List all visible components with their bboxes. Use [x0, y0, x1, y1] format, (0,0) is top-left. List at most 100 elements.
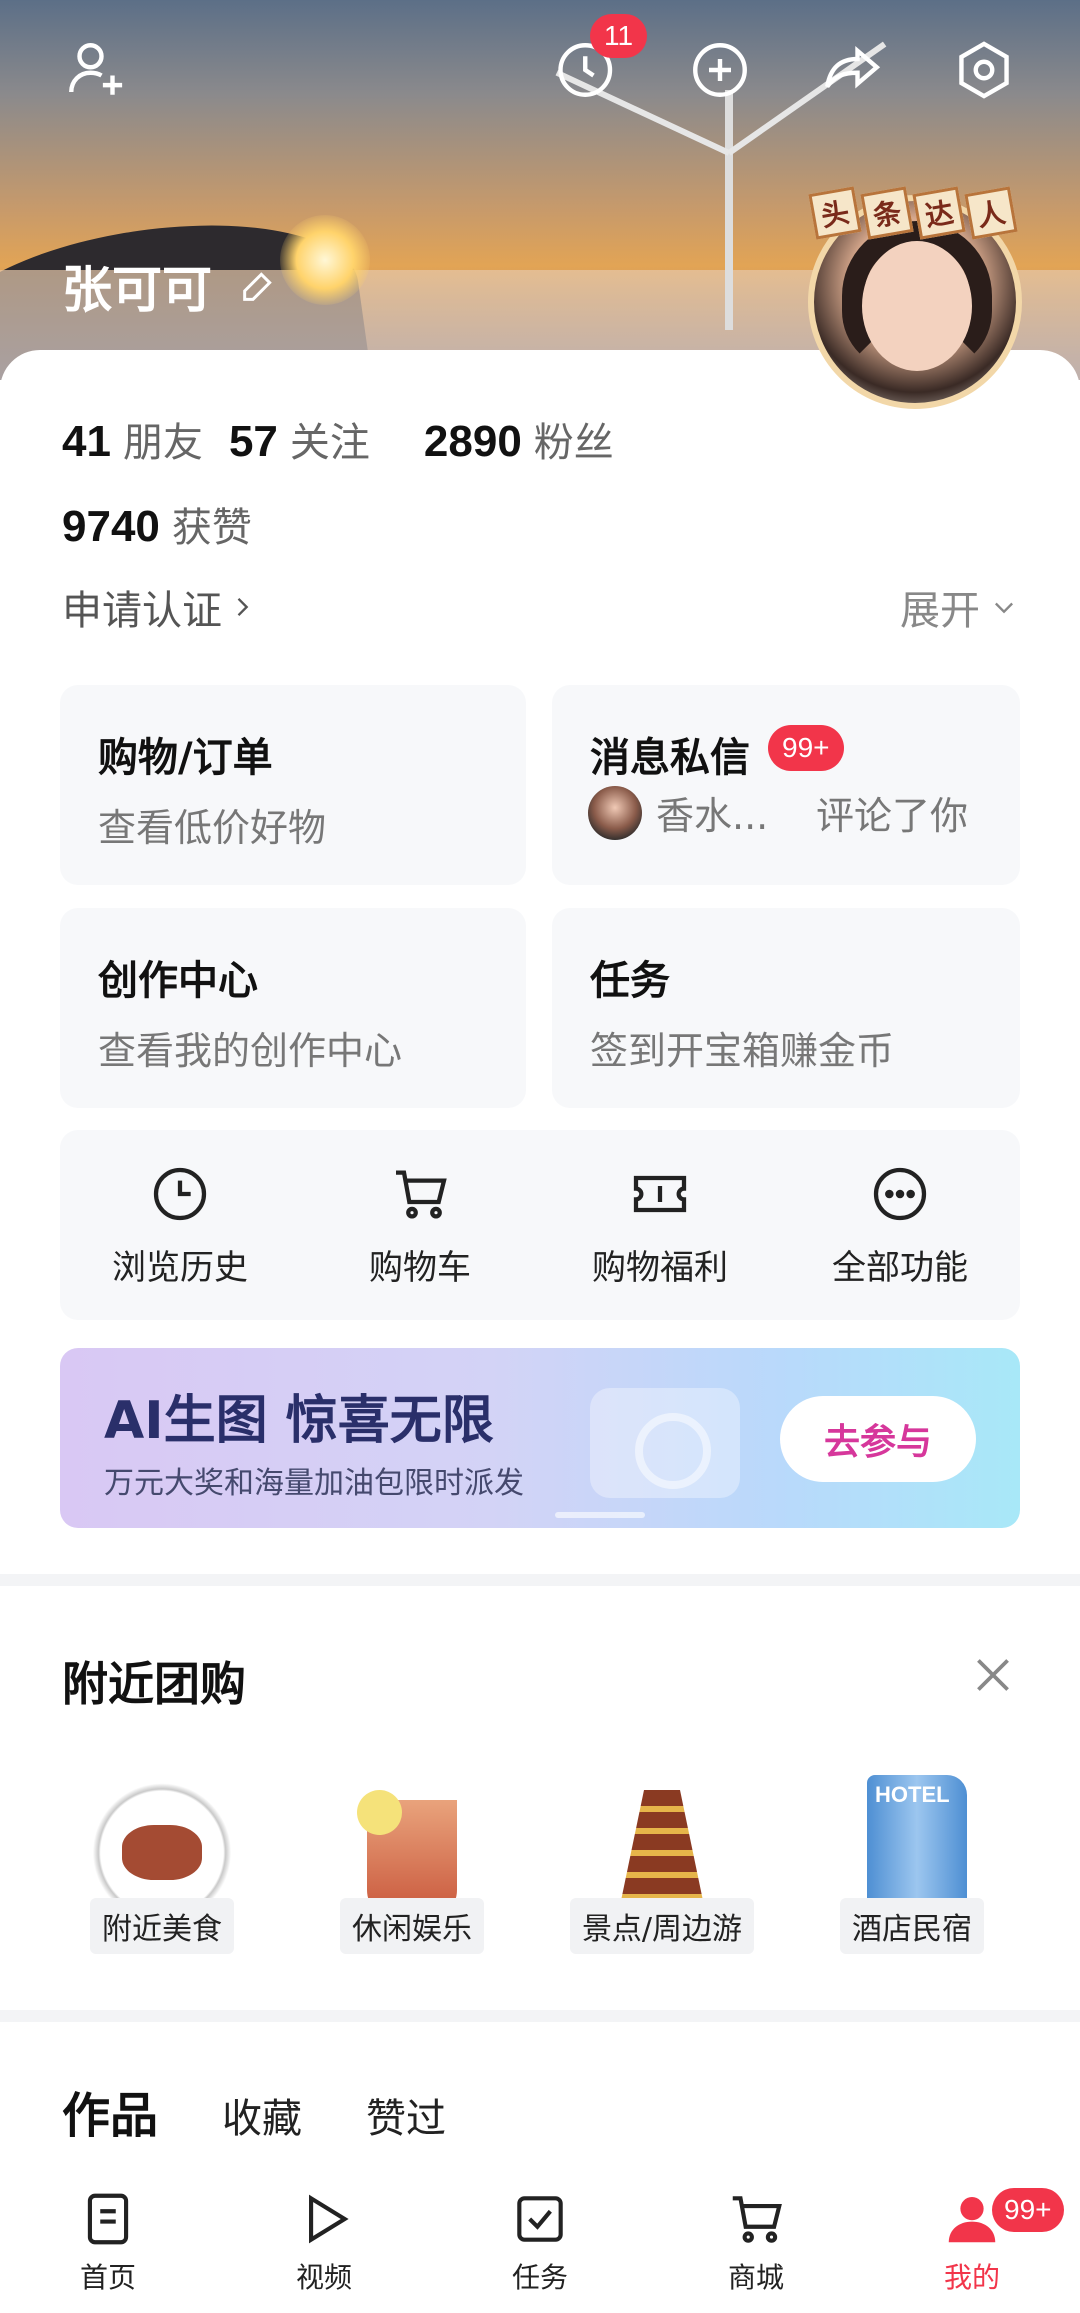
nav-video[interactable]: 视频	[216, 2170, 432, 2313]
clock-icon	[153, 1167, 207, 1220]
plus-circle-icon	[693, 43, 747, 97]
ticket-icon	[633, 1175, 687, 1212]
content-tabs: 作品 收藏 赞过	[62, 2076, 446, 2146]
nearby-title: 附近团购	[62, 1657, 246, 1711]
play-icon	[309, 2194, 349, 2243]
tag-char: 达	[912, 186, 966, 240]
cart-icon	[732, 2195, 782, 2243]
quick-shopping-benefits[interactable]: 购物福利	[540, 1130, 780, 1320]
camera-icon	[590, 1388, 740, 1498]
share-button[interactable]	[810, 28, 894, 112]
category-label: 休闲娱乐	[340, 1898, 484, 1954]
banner-sun	[280, 215, 370, 305]
tab-liked[interactable]: 赞过	[366, 2086, 446, 2144]
quick-label: 浏览历史	[112, 1247, 248, 1288]
more-icon	[873, 1167, 927, 1220]
section-divider	[0, 2010, 1080, 2022]
quick-browse-history[interactable]: 浏览历史	[60, 1130, 300, 1320]
quick-cart[interactable]: 购物车	[300, 1130, 540, 1320]
tag-char: 人	[964, 186, 1018, 240]
nearby-category-leisure[interactable]: 休闲娱乐	[312, 1770, 512, 1954]
card-subtitle: 查看我的创作中心	[98, 1029, 403, 1073]
nav-tasks[interactable]: 任务	[432, 2170, 648, 2313]
nav-mall[interactable]: 商城	[648, 2170, 864, 2313]
nav-me[interactable]: 我的 99+	[864, 2170, 1080, 2313]
creator-center-card[interactable]: 创作中心 查看我的创作中心	[60, 908, 526, 1108]
add-content-button[interactable]	[678, 28, 762, 112]
card-title: 创作中心	[98, 958, 258, 1004]
tab-favorites[interactable]: 收藏	[222, 2086, 302, 2144]
tab-works[interactable]: 作品	[62, 2076, 158, 2146]
messages-badge: 99+	[768, 725, 844, 771]
latest-message: 香水... 评论了你	[588, 785, 968, 840]
cart-icon	[396, 1170, 447, 1219]
friends-label: 朋友	[122, 420, 203, 466]
banner-turbine	[725, 90, 733, 330]
apply-verify-label: 申请认证	[62, 588, 222, 634]
settings-icon	[959, 41, 1009, 99]
add-user-icon	[69, 43, 123, 95]
profile-name[interactable]: 张可可	[62, 250, 278, 322]
share-icon	[825, 45, 881, 89]
promo-title: AI生图 惊喜无限	[104, 1391, 494, 1451]
message-action: 评论了你	[816, 794, 969, 838]
nav-label: 首页	[79, 2260, 136, 2294]
category-label: 附近美食	[90, 1898, 234, 1954]
quick-all-features[interactable]: 全部功能	[780, 1130, 1020, 1320]
tasks-card[interactable]: 任务 签到开宝箱赚金币	[552, 908, 1020, 1108]
carousel-indicator	[555, 1512, 645, 1518]
hotel-sign: HOTEL	[875, 1782, 950, 1807]
card-subtitle: 签到开宝箱赚金币	[590, 1029, 895, 1073]
card-title: 消息私信	[590, 735, 750, 781]
messages-card[interactable]: 消息私信 99+ 香水... 评论了你	[552, 685, 1020, 885]
quick-label: 购物福利	[592, 1247, 728, 1288]
shopping-card[interactable]: 购物/订单 查看低价好物	[60, 685, 526, 885]
chevron-right-icon	[237, 598, 249, 616]
close-icon[interactable]	[968, 1650, 1018, 1700]
bottom-nav: 首页 视频 任务 商城 我的 99+	[0, 2170, 1080, 2313]
edit-icon[interactable]	[238, 266, 278, 306]
nearby-category-scenic[interactable]: 景点/周边游	[562, 1770, 762, 1954]
card-subtitle: 查看低价好物	[98, 806, 327, 850]
me-badge: 99+	[992, 2188, 1064, 2232]
apply-verify-link[interactable]: 申请认证	[62, 578, 256, 636]
ai-promo-banner[interactable]: AI生图 惊喜无限 万元大奖和海量加油包限时派发 去参与	[60, 1348, 1020, 1528]
following-label: 关注	[289, 420, 370, 466]
sender-avatar	[588, 785, 642, 840]
avatar-face	[862, 241, 972, 371]
likes-stat[interactable]: 9740 获赞	[62, 495, 252, 553]
likes-label: 获赞	[171, 505, 252, 551]
quick-label: 购物车	[369, 1247, 471, 1288]
quick-actions: 浏览历史 购物车 购物福利 全部功能	[60, 1130, 1020, 1320]
home-icon	[87, 2193, 129, 2244]
expand-label: 展开	[900, 588, 980, 634]
nearby-category-hotel[interactable]: HOTEL 酒店民宿	[812, 1770, 1012, 1954]
task-check-icon	[517, 2195, 563, 2242]
promo-subtitle: 万元大奖和海量加油包限时派发	[104, 1466, 524, 1501]
quick-label: 全部功能	[832, 1247, 968, 1288]
join-button[interactable]: 去参与	[780, 1396, 976, 1482]
tag-char: 条	[860, 186, 914, 240]
likes-count: 9740	[62, 502, 160, 551]
friends-stat[interactable]: 41 朋友	[62, 410, 203, 468]
category-label: 酒店民宿	[840, 1898, 984, 1954]
visitors-badge: 11	[590, 14, 648, 58]
settings-button[interactable]	[942, 28, 1026, 112]
nav-home[interactable]: 首页	[0, 2170, 216, 2313]
add-friend-button[interactable]	[54, 28, 138, 112]
nearby-category-food[interactable]: 附近美食	[62, 1770, 262, 1954]
category-label: 景点/周边游	[569, 1898, 755, 1954]
nav-label: 视频	[295, 2260, 352, 2294]
stats-row: 41 朋友 57 关注 2890 粉丝	[62, 410, 640, 468]
nav-label: 任务	[511, 2260, 568, 2294]
following-stat[interactable]: 57 关注	[229, 410, 370, 468]
avatar-tag: 头 条 达 人	[808, 186, 1018, 240]
sender-name: 香水...	[656, 794, 769, 838]
expand-button[interactable]: 展开	[900, 578, 1018, 636]
followers-count: 2890	[423, 417, 522, 466]
followers-stat[interactable]: 2890 粉丝	[424, 410, 614, 468]
following-count: 57	[228, 417, 278, 466]
chevron-down-icon	[995, 602, 1013, 614]
friends-count: 41	[62, 417, 111, 466]
followers-label: 粉丝	[533, 420, 614, 466]
